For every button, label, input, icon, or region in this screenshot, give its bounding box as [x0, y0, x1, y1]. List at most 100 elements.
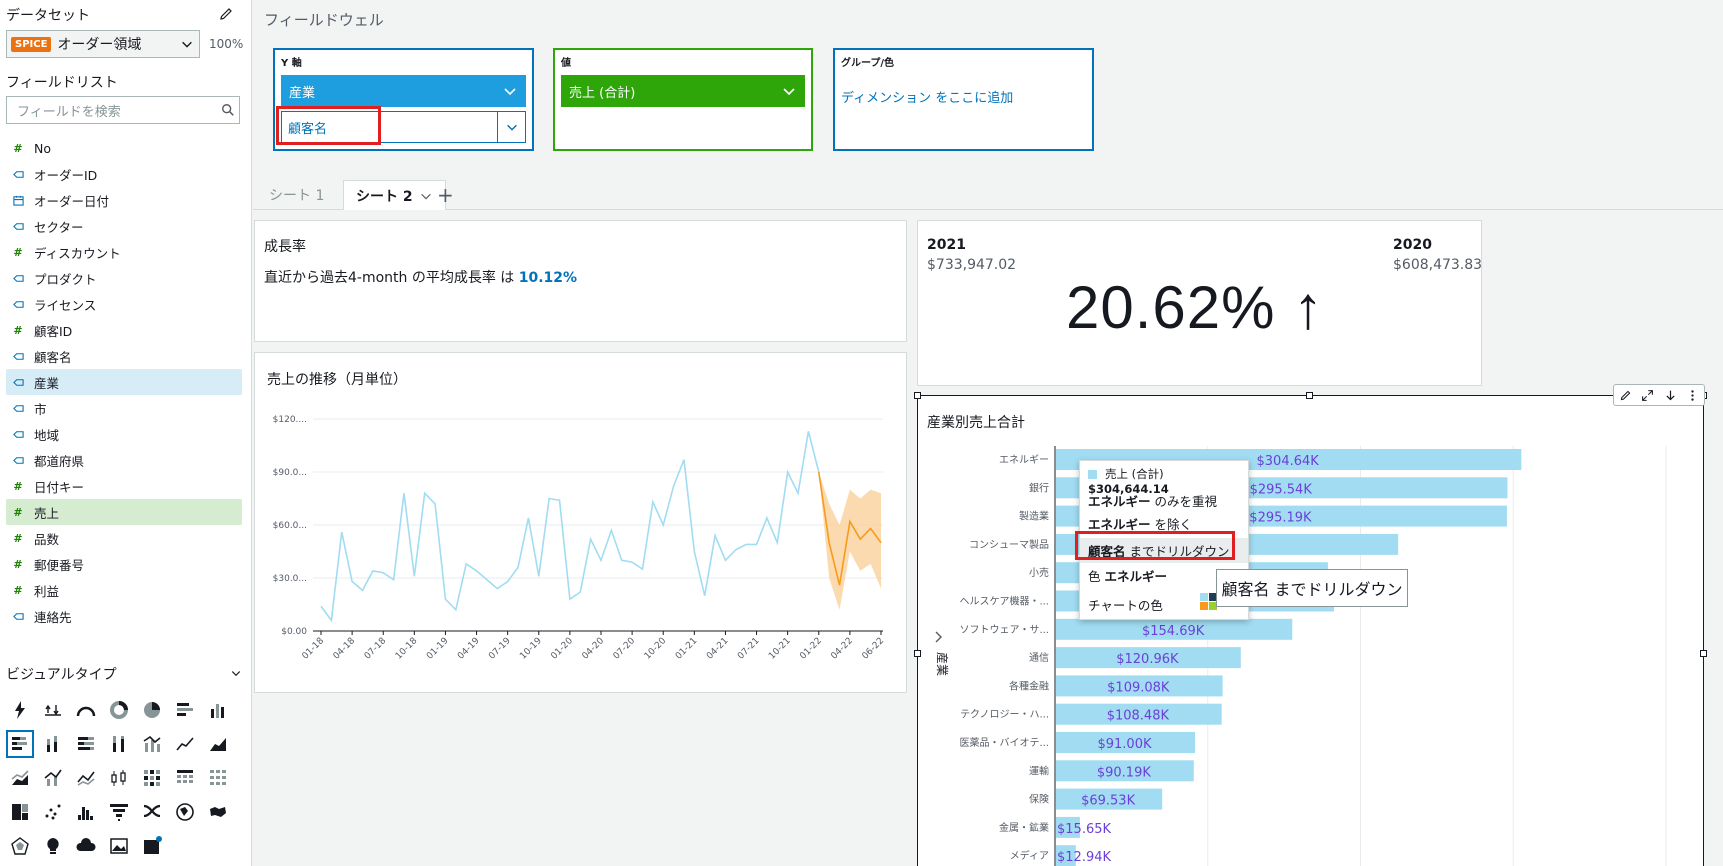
- more-options-icon[interactable]: [1685, 387, 1701, 403]
- chevron-down-icon[interactable]: [781, 83, 797, 99]
- x-tick-label: 01-18: [301, 636, 327, 662]
- stacked-horizontal-bar-icon[interactable]: [6, 730, 34, 758]
- kpi-card[interactable]: 2021 $733,947.02 2020 $608,473.83 20.62%…: [917, 220, 1482, 386]
- y-axis-field-pill[interactable]: 産業: [281, 75, 526, 107]
- download-icon[interactable]: [1662, 387, 1678, 403]
- field-item[interactable]: # ディスカウント: [6, 239, 242, 265]
- gauge-icon[interactable]: [72, 696, 100, 724]
- add-dimension-placeholder[interactable]: ディメンション をここに追加: [841, 75, 1086, 106]
- group-color-well[interactable]: グループ/色 ディメンション をここに追加: [833, 48, 1094, 151]
- data-label: $15.65K: [1057, 822, 1111, 837]
- field-item[interactable]: 産業: [6, 369, 242, 395]
- visual-types-header[interactable]: ビジュアルタイプ: [6, 664, 242, 684]
- stacked-area-icon[interactable]: [6, 764, 34, 792]
- autograph-icon[interactable]: [6, 696, 34, 724]
- expand-icon[interactable]: [1640, 387, 1656, 403]
- measure-icon: #: [13, 323, 23, 337]
- chevron-down-icon[interactable]: [175, 32, 199, 56]
- kpi-icon[interactable]: [39, 696, 67, 724]
- value-field-pill[interactable]: 売上 (合計): [561, 75, 805, 107]
- field-item[interactable]: 顧客名: [6, 343, 242, 369]
- combo-bar-icon[interactable]: [138, 730, 166, 758]
- resize-handle[interactable]: [1306, 392, 1313, 399]
- treemap-icon[interactable]: [6, 798, 34, 826]
- tab-sheet-1[interactable]: シート 1: [257, 180, 336, 210]
- field-item[interactable]: # 日付キー: [6, 473, 242, 499]
- field-item[interactable]: プロダクト: [6, 265, 242, 291]
- image-icon[interactable]: [105, 832, 133, 860]
- resize-handle[interactable]: [914, 650, 921, 657]
- pivot-table-icon[interactable]: [171, 764, 199, 792]
- search-icon[interactable]: [217, 99, 239, 121]
- pencil-icon[interactable]: [218, 6, 236, 24]
- field-item[interactable]: # 売上: [6, 499, 242, 525]
- sales-trend-card[interactable]: 売上の推移（月単位） $0.00 $30.0... $60.0... $90.0...…: [254, 352, 907, 693]
- scatter-icon[interactable]: [39, 798, 67, 826]
- stacked-vertical-bar-icon[interactable]: [39, 730, 67, 758]
- histogram-icon[interactable]: [72, 798, 100, 826]
- sankey-icon[interactable]: [138, 798, 166, 826]
- bar-chart[interactable]: エネルギー $304.64K 銀行 $295.54K 製造業 $295.19K コンシューマ…: [918, 396, 1705, 866]
- pie-icon[interactable]: [138, 696, 166, 724]
- field-item[interactable]: 市: [6, 395, 242, 421]
- data-label: $295.54K: [1250, 482, 1313, 497]
- pencil-icon[interactable]: [1617, 387, 1633, 403]
- funnel-icon[interactable]: [105, 798, 133, 826]
- horizontal-bar-icon[interactable]: [171, 696, 199, 724]
- chevron-down-icon[interactable]: [419, 189, 433, 203]
- combo-line-icon[interactable]: [39, 764, 67, 792]
- table-icon[interactable]: [204, 764, 232, 792]
- heatmap-icon[interactable]: [138, 764, 166, 792]
- filled-map-icon[interactable]: [171, 798, 199, 826]
- measure-icon: #: [13, 141, 23, 155]
- vertical-bar-icon[interactable]: [204, 696, 232, 724]
- resize-handle[interactable]: [914, 392, 921, 399]
- field-item[interactable]: # 郵便番号: [6, 551, 242, 577]
- add-sheet-icon[interactable]: +: [437, 183, 454, 207]
- field-search-input[interactable]: フィールドを検索: [6, 96, 240, 124]
- dimension-icon: [10, 169, 26, 180]
- box-plot-icon[interactable]: [105, 764, 133, 792]
- multi-line-icon[interactable]: [72, 764, 100, 792]
- ctx-focus-only[interactable]: エネルギー のみを重視: [1088, 491, 1217, 510]
- visual-types-label: ビジュアルタイプ: [6, 667, 117, 683]
- field-item[interactable]: # 利益: [6, 577, 242, 603]
- field-name: ライセンス: [34, 297, 97, 313]
- dataset-selector[interactable]: SPICE オーダー領域: [6, 30, 200, 58]
- chevron-down-icon[interactable]: [502, 83, 518, 99]
- line-icon[interactable]: [171, 730, 199, 758]
- custom-icon[interactable]: [138, 832, 166, 860]
- chevron-down-icon[interactable]: [497, 112, 525, 142]
- field-item[interactable]: 都道府県: [6, 447, 242, 473]
- ctx-color[interactable]: 色 エネルギー: [1088, 566, 1167, 585]
- value-well[interactable]: 値 売上 (合計): [553, 48, 813, 151]
- field-item[interactable]: オーダーID: [6, 161, 242, 187]
- field-item[interactable]: # 品数: [6, 525, 242, 551]
- field-item[interactable]: オーダー日付: [6, 187, 242, 213]
- insight-icon[interactable]: [39, 832, 67, 860]
- field-item[interactable]: # 顧客ID: [6, 317, 242, 343]
- radar-icon[interactable]: [6, 832, 34, 860]
- industry-sales-card[interactable]: 産業別売上合計 エネルギー $304.64K 銀行 $295.54K 製造業 $295.1…: [917, 395, 1704, 866]
- ctx-chart-color[interactable]: チャートの色: [1088, 595, 1163, 614]
- line-chart[interactable]: $0.00 $30.0... $60.0... $90.0... $120.... 01-…: [255, 353, 908, 694]
- vertical-100-bar-icon[interactable]: [105, 730, 133, 758]
- horizontal-100-bar-icon[interactable]: [72, 730, 100, 758]
- geo-map-icon[interactable]: [204, 798, 232, 826]
- x-tick-label: 01-22: [798, 636, 824, 662]
- chevron-right-icon[interactable]: [935, 631, 942, 643]
- field-item[interactable]: 地域: [6, 421, 242, 447]
- field-item[interactable]: 連絡先: [6, 603, 242, 629]
- field-item[interactable]: # No: [6, 135, 242, 161]
- resize-handle[interactable]: [1700, 650, 1707, 657]
- measure-icon: #: [13, 505, 23, 519]
- growth-value: 10.12%: [518, 270, 578, 286]
- chevron-down-icon[interactable]: [230, 667, 242, 682]
- field-item[interactable]: ライセンス: [6, 291, 242, 317]
- donut-icon[interactable]: [105, 696, 133, 724]
- area-line-icon[interactable]: [204, 730, 232, 758]
- field-item[interactable]: セクター: [6, 213, 242, 239]
- tab-sheet-2[interactable]: シート 2: [343, 180, 446, 210]
- growth-rate-card[interactable]: 成長率 直近から過去4-month の平均成長率 は 10.12%: [254, 220, 907, 342]
- word-cloud-icon[interactable]: [72, 832, 100, 860]
